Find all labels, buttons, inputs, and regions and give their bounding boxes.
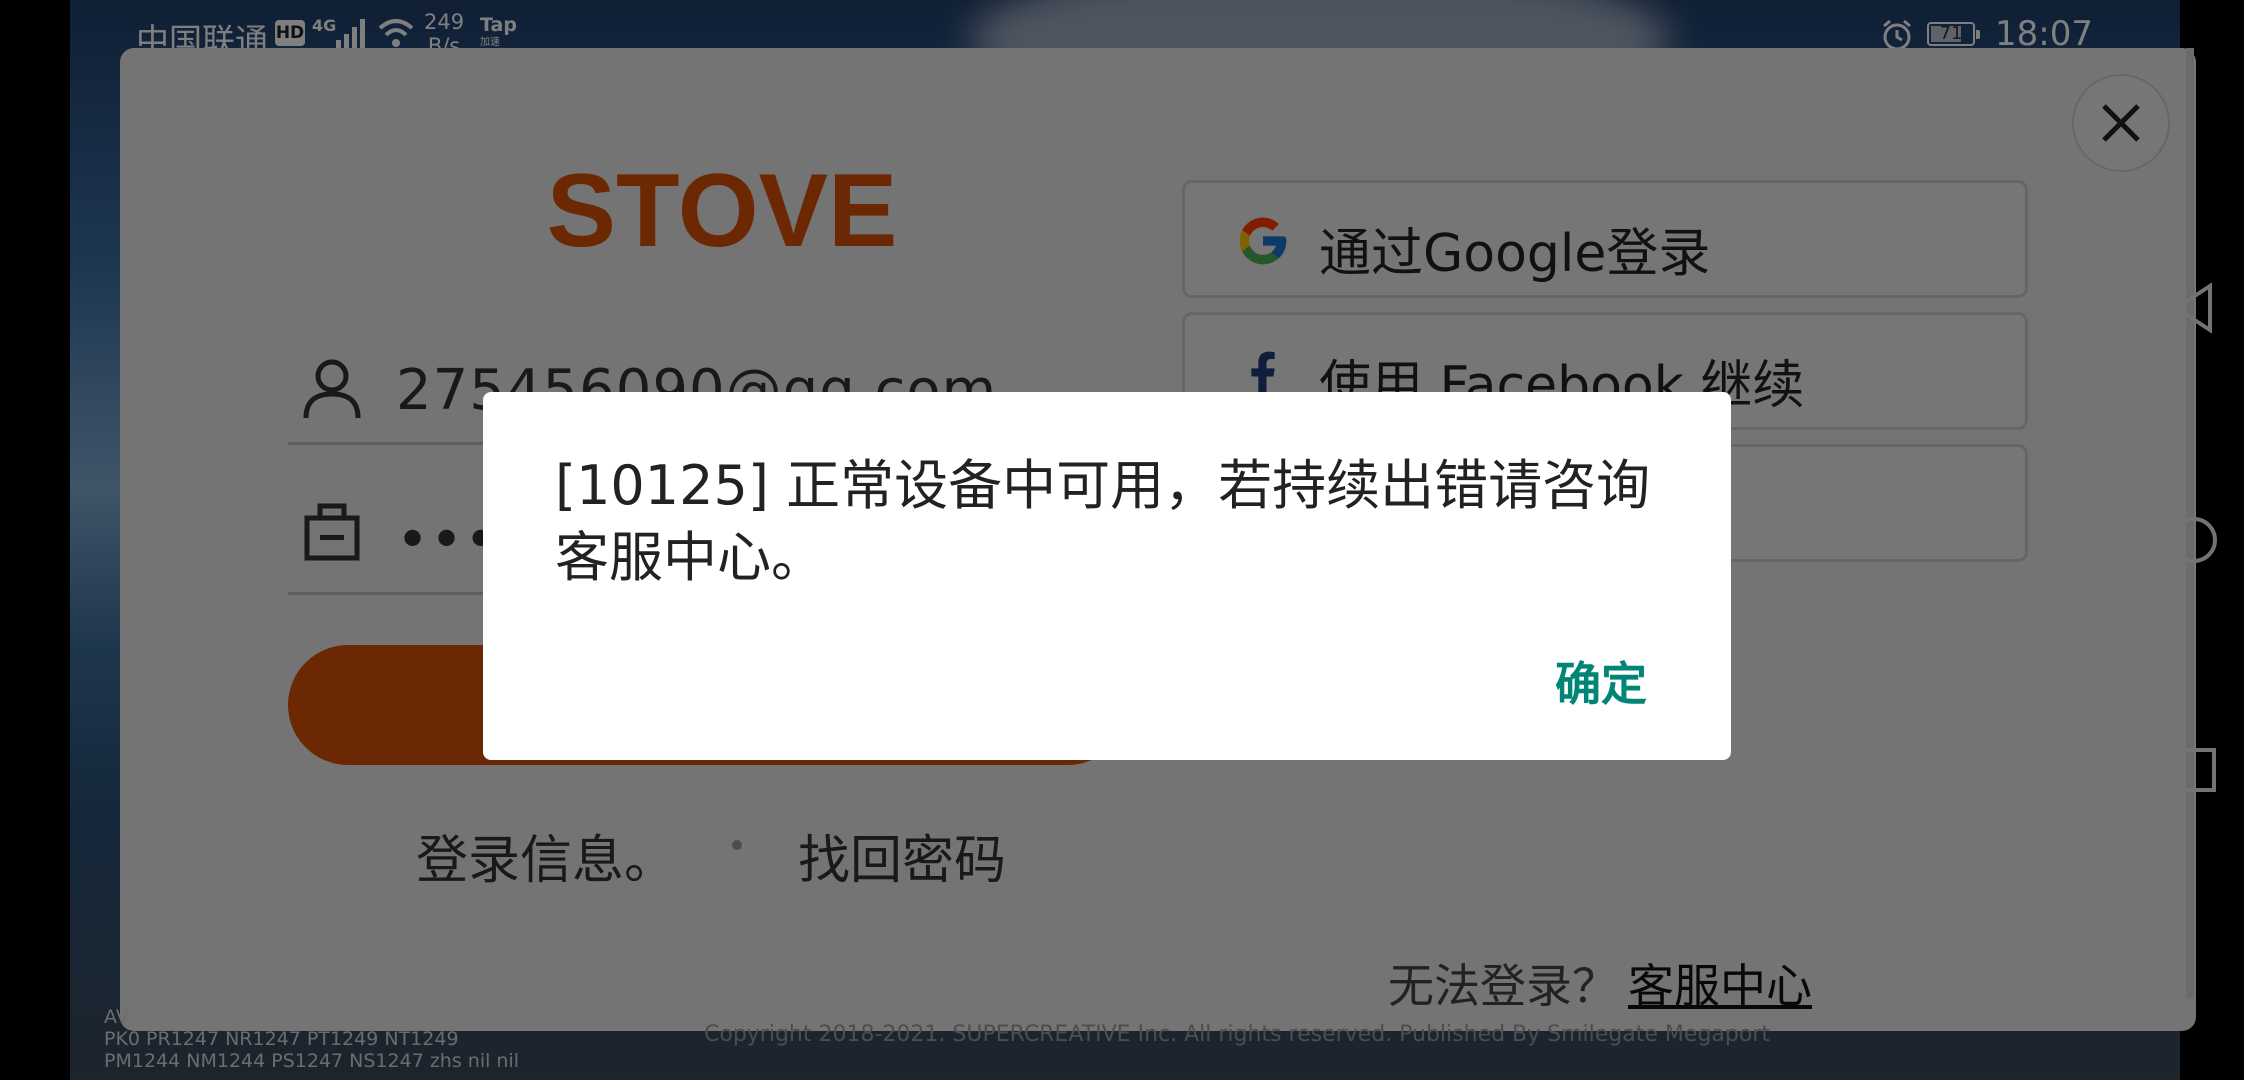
error-dialog: [10125] 正常设备中可用，若持续出错请咨询客服中心。 确定 — [483, 392, 1731, 760]
confirm-button[interactable]: 确定 — [1555, 648, 1647, 714]
dialog-message: [10125] 正常设备中可用，若持续出错请咨询客服中心。 — [555, 454, 1651, 589]
